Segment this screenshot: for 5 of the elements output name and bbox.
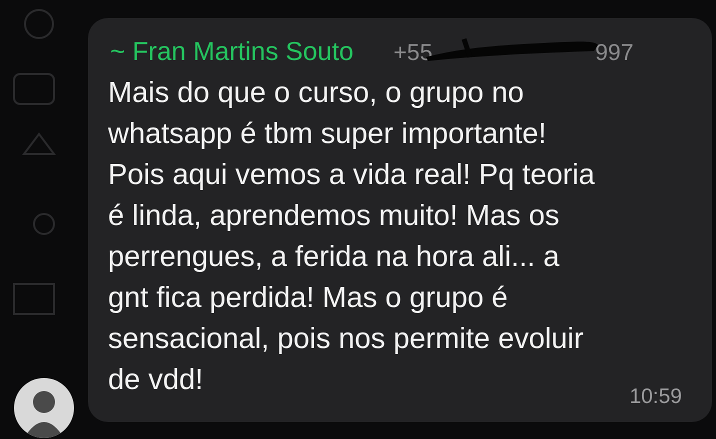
sender-name[interactable]: ~ Fran Martins Souto bbox=[110, 32, 354, 71]
phone-number: +55 bbox=[394, 38, 433, 67]
message-time: 10:59 bbox=[629, 384, 682, 410]
message-text: Mais do que o curso, o grupo no whatsapp é tbm super importante! Pois aqui vemos a vida real! Pq teoria é linda, aprendemos muito! Mas os perrengues, a ferida na hora ali... a gnt fica perdida! Mas o grupo é sensacional, pois nos permite evoluir de vdd! bbox=[108, 76, 595, 398]
phone-number: 997 bbox=[595, 38, 634, 67]
